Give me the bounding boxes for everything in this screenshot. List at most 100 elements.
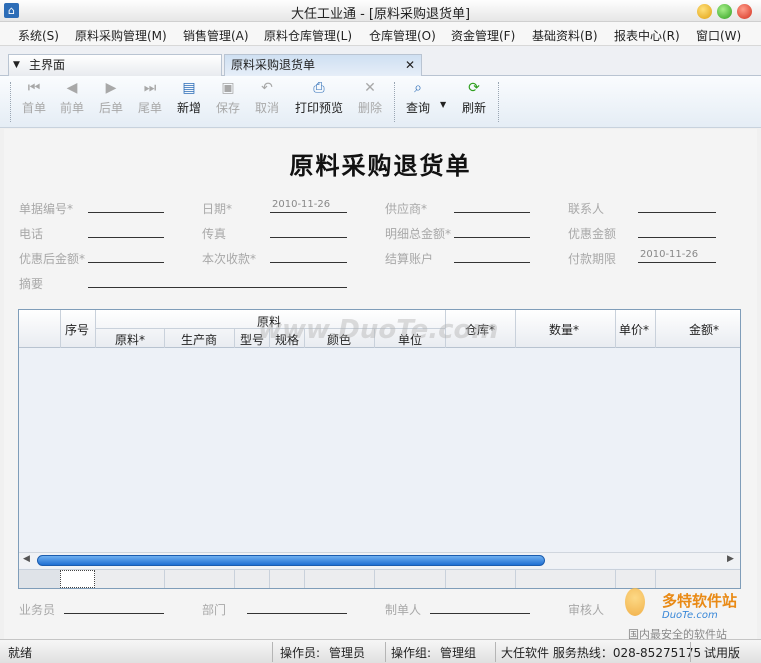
discount-field[interactable] <box>638 224 716 238</box>
col-maker[interactable]: 生产商 <box>181 331 217 348</box>
auditor-label: 审核人 <box>568 603 605 617</box>
tab-home[interactable]: ▼ 主界面 <box>8 54 222 76</box>
document-tabs: ▼ 主界面 原料采购退货单 ✕ <box>0 46 761 76</box>
watermark-brand-en: DuoTe.com <box>662 610 718 621</box>
menu-reports[interactable]: 报表中心(R) <box>614 27 680 44</box>
window-title: 大任工业通 - [原料采购退货单] <box>290 7 471 22</box>
operator-label: 操作员: <box>280 646 321 660</box>
first-button[interactable]: ⏮ 首单 <box>14 80 54 116</box>
this-receipt-field[interactable] <box>270 249 347 263</box>
tab-close-icon[interactable]: ✕ <box>405 55 415 75</box>
next-button[interactable]: ▶ 后单 <box>91 80 131 116</box>
cancel-button[interactable]: ↶ 取消 <box>247 80 287 116</box>
maker-label: 制单人 <box>385 603 422 617</box>
menu-sales[interactable]: 销售管理(A) <box>183 27 249 44</box>
menu-bar: 系统(S) 原料采购管理(M) 销售管理(A) 原料仓库管理(L) 仓库管理(O… <box>0 22 761 46</box>
doc-no-label: 单据编号* <box>19 202 74 216</box>
status-bar: 就绪 操作员: 管理员 操作组: 管理组 大任软件 服务热线：028-85275… <box>0 639 761 663</box>
menu-finance[interactable]: 资金管理(F) <box>451 27 515 44</box>
menu-warehouse[interactable]: 仓库管理(O) <box>369 27 436 44</box>
tab-return-order[interactable]: 原料采购退货单 ✕ <box>224 54 422 76</box>
after-discount-field[interactable] <box>88 249 164 263</box>
query-button[interactable]: ⌕ 查询 <box>398 80 438 116</box>
menu-basic-data[interactable]: 基础资料(B) <box>532 27 598 44</box>
fax-field[interactable] <box>270 224 347 238</box>
detail-grid[interactable]: 序号 原料 原料* 生产商 型号 规格 颜色 单位 仓库* 数量* 单价* 金额… <box>18 309 741 589</box>
detail-total-label: 明细总金额* <box>385 227 452 241</box>
salesman-field[interactable] <box>64 600 164 614</box>
scroll-right-icon[interactable]: ▶ <box>727 554 734 564</box>
salesman-label: 业务员 <box>19 603 56 617</box>
toolbar: ⏮ 首单 ◀ 前单 ▶ 后单 ⏭ 尾单 ▤ 新增 ▣ 保存 ↶ 取消 ⎙ 打印预览 ✕ 删除 ⌕ 查… <box>0 76 761 128</box>
last-record-icon: ⏭ <box>143 80 157 96</box>
refresh-icon: ⟳ <box>468 80 480 96</box>
date-field[interactable]: 2010-11-26 <box>270 199 347 213</box>
scroll-left-icon[interactable]: ◀ <box>23 554 30 564</box>
watermark-brand: 多特软件站 <box>662 592 738 610</box>
menu-system[interactable]: 系统(S) <box>18 27 59 44</box>
contact-field[interactable] <box>638 199 716 213</box>
account-label: 结算账户 <box>385 252 434 266</box>
pay-deadline-field[interactable]: 2010-11-26 <box>638 249 716 263</box>
phone-field[interactable] <box>88 224 164 238</box>
watermark-center: www.DuoTe.com <box>258 315 499 345</box>
scrollbar-thumb[interactable] <box>37 555 545 566</box>
col-seq[interactable]: 序号 <box>65 321 89 338</box>
pay-deadline-label: 付款期限 <box>568 252 617 266</box>
maker-field[interactable] <box>430 600 530 614</box>
hotline: 大任软件 服务热线：028-85275175 <box>501 646 702 660</box>
phone-label: 电话 <box>19 227 44 241</box>
tab-return-order-label: 原料采购退货单 <box>231 58 316 72</box>
close-button[interactable] <box>737 4 752 19</box>
page-title: 原料采购退货单 <box>289 151 472 180</box>
contact-label: 联系人 <box>568 202 605 216</box>
refresh-button[interactable]: ⟳ 刷新 <box>454 80 494 116</box>
undo-icon: ↶ <box>261 80 273 96</box>
toolbar-separator <box>10 82 11 122</box>
tab-home-label: 主界面 <box>29 58 66 72</box>
toolbar-separator <box>498 82 499 122</box>
col-material[interactable]: 原料* <box>115 331 145 348</box>
status-ready: 就绪 <box>8 646 33 660</box>
group-label: 操作组: <box>391 646 432 660</box>
grid-total-row <box>19 569 740 588</box>
query-dropdown-icon[interactable]: ▼ <box>440 100 446 109</box>
maximize-button[interactable] <box>717 4 732 19</box>
col-amount[interactable]: 金额* <box>689 321 719 338</box>
tab-menu-icon[interactable]: ▼ <box>13 55 20 75</box>
summary-label: 摘要 <box>19 277 44 291</box>
toolbar-separator <box>394 82 395 122</box>
delete-button[interactable]: ✕ 删除 <box>350 80 390 116</box>
menu-material-warehouse[interactable]: 原料仓库管理(L) <box>264 27 352 44</box>
horizontal-scrollbar[interactable]: ◀ ▶ <box>19 552 740 568</box>
delete-icon: ✕ <box>364 80 376 96</box>
doc-no-field[interactable] <box>88 199 164 213</box>
last-button[interactable]: ⏭ 尾单 <box>130 80 170 116</box>
menu-window[interactable]: 窗口(W) <box>696 27 741 44</box>
dept-field[interactable] <box>247 600 347 614</box>
save-icon: ▣ <box>221 80 235 96</box>
watermark-logo <box>625 588 645 616</box>
print-preview-button[interactable]: ⎙ 打印预览 <box>290 80 348 116</box>
menu-purchase[interactable]: 原料采购管理(M) <box>75 27 167 44</box>
prev-record-icon: ◀ <box>66 80 78 96</box>
dept-label: 部门 <box>202 603 227 617</box>
first-record-icon: ⏮ <box>27 80 41 96</box>
prev-button[interactable]: ◀ 前单 <box>52 80 92 116</box>
supplier-field[interactable] <box>454 199 530 213</box>
discount-label: 优惠金额 <box>568 227 617 241</box>
account-field[interactable] <box>454 249 530 263</box>
summary-field[interactable] <box>88 274 347 288</box>
minimize-button[interactable] <box>697 4 712 19</box>
search-icon: ⌕ <box>414 80 422 96</box>
save-button[interactable]: ▣ 保存 <box>208 80 248 116</box>
operator-value: 管理员 <box>329 646 366 660</box>
col-quantity[interactable]: 数量* <box>549 321 579 338</box>
new-button[interactable]: ▤ 新增 <box>169 80 209 116</box>
title-bar: ⌂ 大任工业通 - [原料采购退货单] <box>0 0 761 22</box>
after-discount-label: 优惠后金额* <box>19 252 86 266</box>
detail-total-field[interactable] <box>454 224 530 238</box>
col-price[interactable]: 单价* <box>619 321 649 338</box>
fax-label: 传真 <box>202 227 227 241</box>
group-value: 管理组 <box>440 646 477 660</box>
